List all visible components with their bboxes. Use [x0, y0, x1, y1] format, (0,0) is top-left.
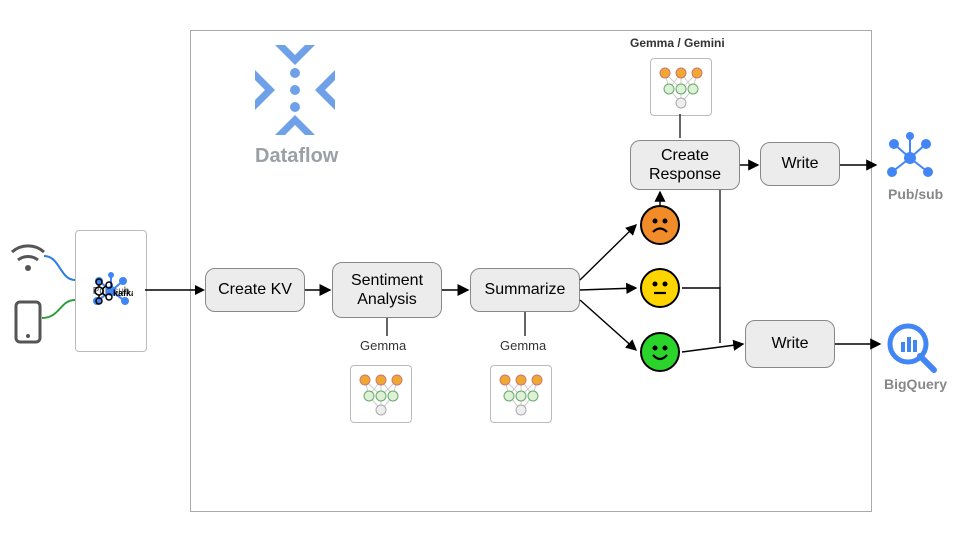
face-neutral	[640, 268, 680, 308]
nn-icon-top	[650, 58, 712, 116]
wifi-icon	[8, 238, 48, 274]
svg-text:kafka: kafka	[113, 288, 133, 298]
pubsub-icon-right	[880, 130, 940, 182]
pubsub-right-label: Pub/sub	[888, 186, 943, 202]
nn-icon-2	[490, 365, 552, 423]
nn-icon-1	[350, 365, 412, 423]
bigquery-icon	[884, 320, 938, 374]
node-create-kv: Create KV	[205, 268, 305, 312]
source-box: Pub/sub kafka	[75, 230, 147, 352]
gemma-gemini-label: Gemma / Gemini	[630, 36, 725, 50]
node-sentiment: Sentiment Analysis	[332, 262, 442, 318]
node-create-response: Create Response	[630, 140, 740, 190]
kafka-icon: kafka	[89, 274, 133, 308]
node-write-top: Write	[760, 142, 840, 186]
gemma-label-2: Gemma	[500, 338, 546, 353]
phone-icon	[14, 300, 42, 344]
gemma-label-1: Gemma	[360, 338, 406, 353]
face-happy	[640, 332, 680, 372]
dataflow-title: Dataflow	[255, 145, 338, 168]
node-write-bottom: Write	[745, 320, 835, 368]
face-sad	[640, 205, 680, 245]
dataflow-icon	[255, 45, 335, 135]
arrow-source-kv	[145, 280, 205, 300]
bigquery-label: BigQuery	[884, 376, 947, 392]
node-summarize: Summarize	[470, 268, 580, 312]
